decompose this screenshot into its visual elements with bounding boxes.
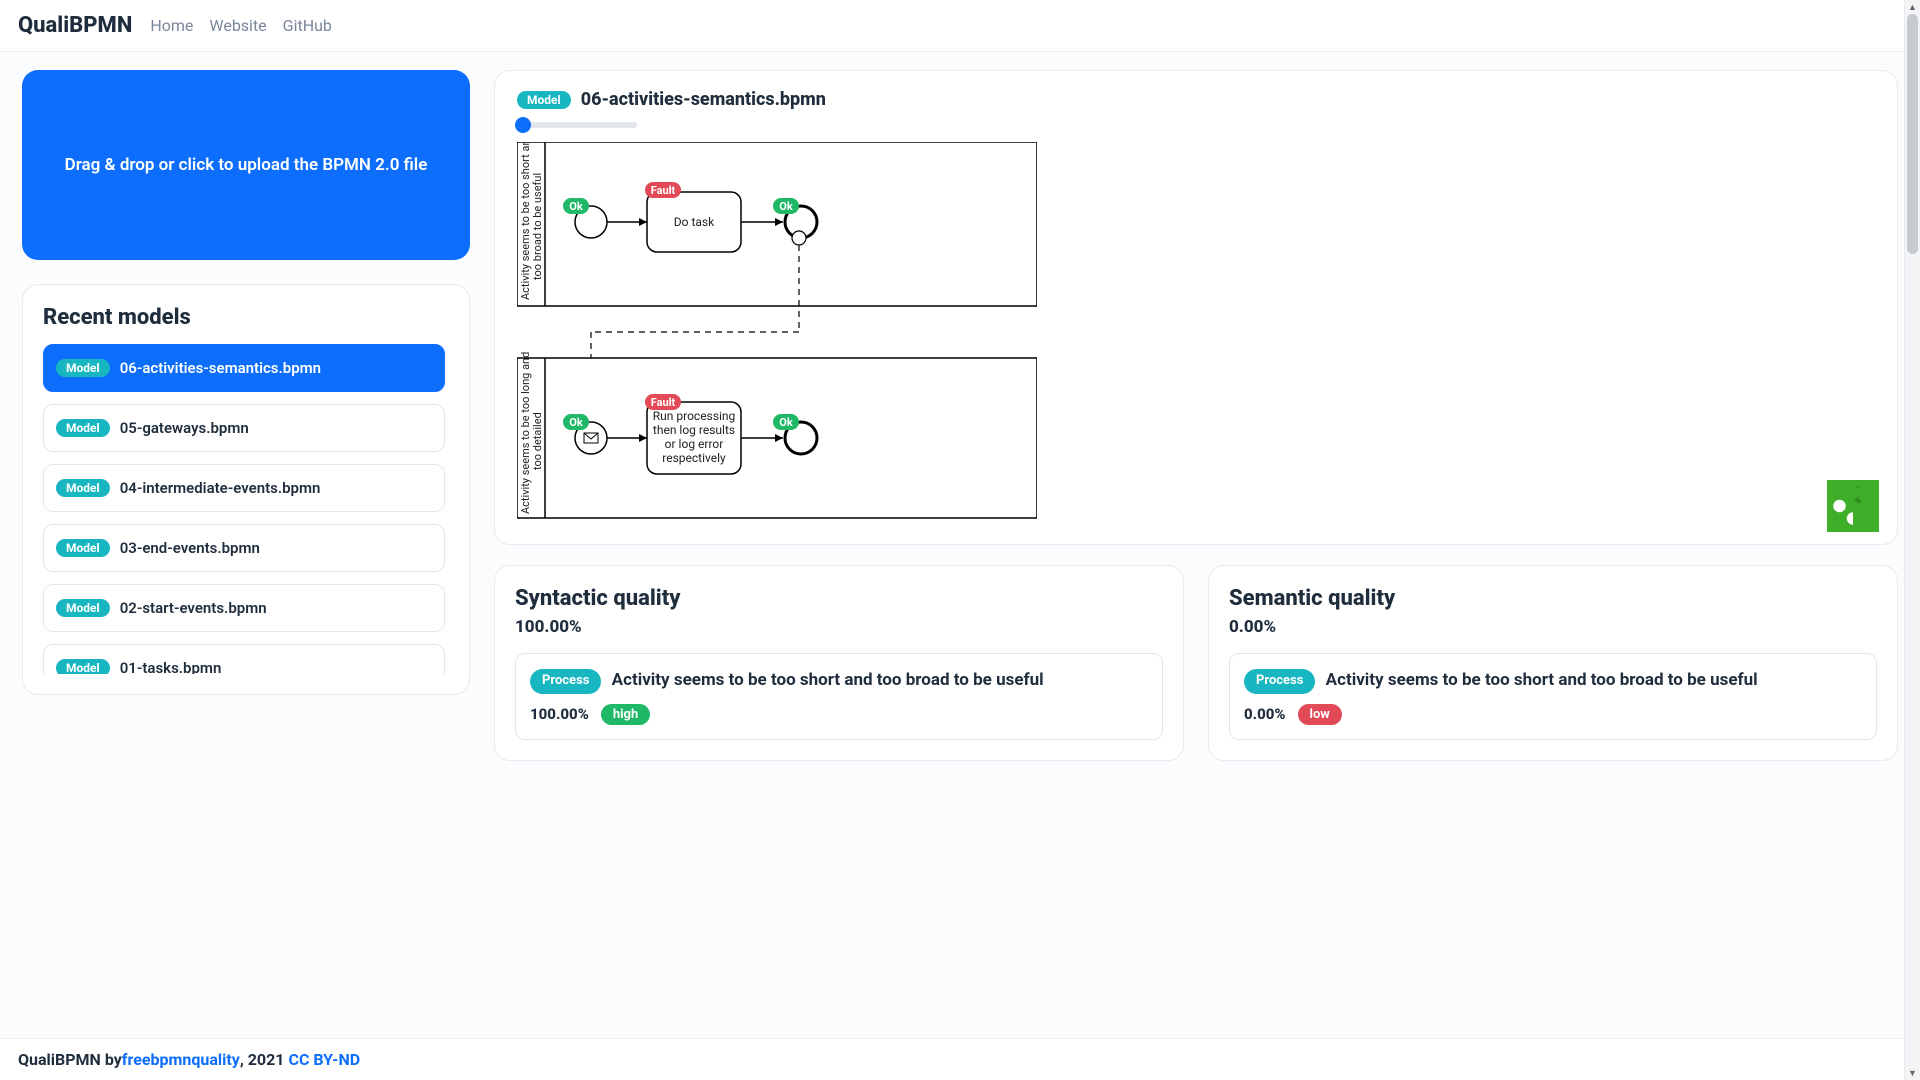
navbar: QualiBPMN Home Website GitHub xyxy=(0,0,1920,52)
quality-row: Syntactic quality 100.00% Process Activi… xyxy=(494,565,1898,761)
pool1-end-badge: Ok xyxy=(779,200,793,213)
quality-item-title: Process Activity seems to be too short a… xyxy=(530,668,1148,694)
recent-model-item[interactable]: Model 01-tasks.bpmn xyxy=(43,644,445,674)
pool1-label-line2: too broad to be useful xyxy=(531,173,544,280)
footer-mid: , 2021 xyxy=(240,1050,285,1069)
syntactic-title: Syntactic quality xyxy=(515,586,1163,611)
footer-prefix: QualiBPMN by xyxy=(18,1050,122,1069)
model-badge: Model xyxy=(56,479,110,497)
model-badge: Model xyxy=(56,359,110,377)
semantic-percent: 0.00% xyxy=(1229,617,1877,637)
pool2-task-l2: then log results xyxy=(653,423,735,437)
model-badge: Model xyxy=(517,91,571,109)
model-name: 03-end-events.bpmn xyxy=(120,539,260,557)
model-name: 05-gateways.bpmn xyxy=(120,419,249,437)
bpmn-diagram-svg: Activity seems to be too short and too b… xyxy=(517,142,1037,522)
scrollbar-up-icon[interactable]: ▲ xyxy=(1905,0,1920,14)
diagram-header: Model 06-activities-semantics.bpmn xyxy=(517,89,1875,110)
model-badge: Model xyxy=(56,419,110,437)
recent-model-item[interactable]: Model 04-intermediate-events.bpmn xyxy=(43,464,445,512)
recent-models-list[interactable]: Model 06-activities-semantics.bpmn Model… xyxy=(43,344,449,674)
syntactic-quality-item[interactable]: Process Activity seems to be too short a… xyxy=(515,653,1163,740)
model-name: 02-start-events.bpmn xyxy=(120,599,267,617)
zoom-slider[interactable] xyxy=(517,122,637,128)
quality-item-meta: 0.00% low xyxy=(1244,704,1862,725)
quality-level-badge: low xyxy=(1298,704,1342,725)
model-name: 04-intermediate-events.bpmn xyxy=(120,479,321,497)
page-scrollbar[interactable]: ▲ ▼ xyxy=(1904,0,1920,1080)
recent-model-item[interactable]: Model 02-start-events.bpmn xyxy=(43,584,445,632)
syntactic-quality-card: Syntactic quality 100.00% Process Activi… xyxy=(494,565,1184,761)
recent-models-panel: Recent models Model 06-activities-semant… xyxy=(22,284,470,695)
pool2-task-l4: respectively xyxy=(662,451,726,465)
syntactic-percent: 100.00% xyxy=(515,617,1163,637)
footer-author-link[interactable]: freebpmnquality xyxy=(122,1050,240,1069)
pool1-task-text: Do task xyxy=(674,215,715,229)
nav-link-github[interactable]: GitHub xyxy=(283,16,332,35)
diagram-panel: Model 06-activities-semantics.bpmn Activ… xyxy=(494,70,1898,545)
pool1-start-badge: Ok xyxy=(569,200,583,213)
quality-item-title: Process Activity seems to be too short a… xyxy=(1244,668,1862,694)
model-name: 06-activities-semantics.bpmn xyxy=(120,359,321,377)
pool2-task-badge: Fault xyxy=(651,396,676,409)
model-name: 01-tasks.bpmn xyxy=(120,659,222,674)
bpmn-io-logo-icon[interactable] xyxy=(1827,480,1879,536)
scrollbar-down-icon[interactable]: ▼ xyxy=(1905,1066,1920,1080)
pool1-task-badge: Fault xyxy=(651,184,676,197)
right-column: Model 06-activities-semantics.bpmn Activ… xyxy=(494,70,1898,1038)
quality-level-badge: high xyxy=(601,704,650,725)
quality-item-value: 100.00% xyxy=(530,705,589,723)
footer: QualiBPMN by freebpmnquality , 2021 CC B… xyxy=(0,1038,1920,1080)
quality-item-value: 0.00% xyxy=(1244,705,1286,723)
brand[interactable]: QualiBPMN xyxy=(18,13,132,38)
diagram-filename: 06-activities-semantics.bpmn xyxy=(581,89,826,110)
pool2-task-l3: or log error xyxy=(665,437,724,451)
quality-item-meta: 100.00% high xyxy=(530,704,1148,725)
nav-link-website[interactable]: Website xyxy=(209,16,266,35)
recent-models-title: Recent models xyxy=(43,305,449,330)
footer-license-link[interactable]: CC BY-ND xyxy=(288,1050,360,1069)
zoom-control-row xyxy=(517,122,1875,128)
recent-model-item[interactable]: Model 03-end-events.bpmn xyxy=(43,524,445,572)
semantic-title: Semantic quality xyxy=(1229,586,1877,611)
model-badge: Model xyxy=(56,539,110,557)
model-badge: Model xyxy=(56,599,110,617)
upload-dropzone[interactable]: Drag & drop or click to upload the BPMN … xyxy=(22,70,470,260)
upload-prompt: Drag & drop or click to upload the BPMN … xyxy=(65,155,428,175)
process-badge: Process xyxy=(1244,669,1315,694)
pool2-end-badge: Ok xyxy=(779,416,793,429)
semantic-quality-item[interactable]: Process Activity seems to be too short a… xyxy=(1229,653,1877,740)
process-badge: Process xyxy=(530,669,601,694)
pool2-label-line2: too detailed xyxy=(531,412,544,470)
zoom-slider-thumb[interactable] xyxy=(515,117,531,133)
diagram-canvas[interactable]: Activity seems to be too short and too b… xyxy=(517,142,1875,526)
recent-model-item[interactable]: Model 05-gateways.bpmn xyxy=(43,404,445,452)
pool2-start-badge: Ok xyxy=(569,416,583,429)
page-body: Drag & drop or click to upload the BPMN … xyxy=(0,52,1920,1038)
recent-model-item[interactable]: Model 06-activities-semantics.bpmn xyxy=(43,344,445,392)
nav-link-home[interactable]: Home xyxy=(150,16,193,35)
left-column: Drag & drop or click to upload the BPMN … xyxy=(22,70,470,1038)
quality-item-text: Activity seems to be too short and too b… xyxy=(1326,670,1758,690)
model-badge: Model xyxy=(56,659,110,674)
pool2-task-l1: Run processing xyxy=(653,409,735,423)
semantic-quality-card: Semantic quality 0.00% Process Activity … xyxy=(1208,565,1898,761)
quality-item-text: Activity seems to be too short and too b… xyxy=(612,670,1044,690)
scrollbar-thumb[interactable] xyxy=(1907,14,1918,254)
